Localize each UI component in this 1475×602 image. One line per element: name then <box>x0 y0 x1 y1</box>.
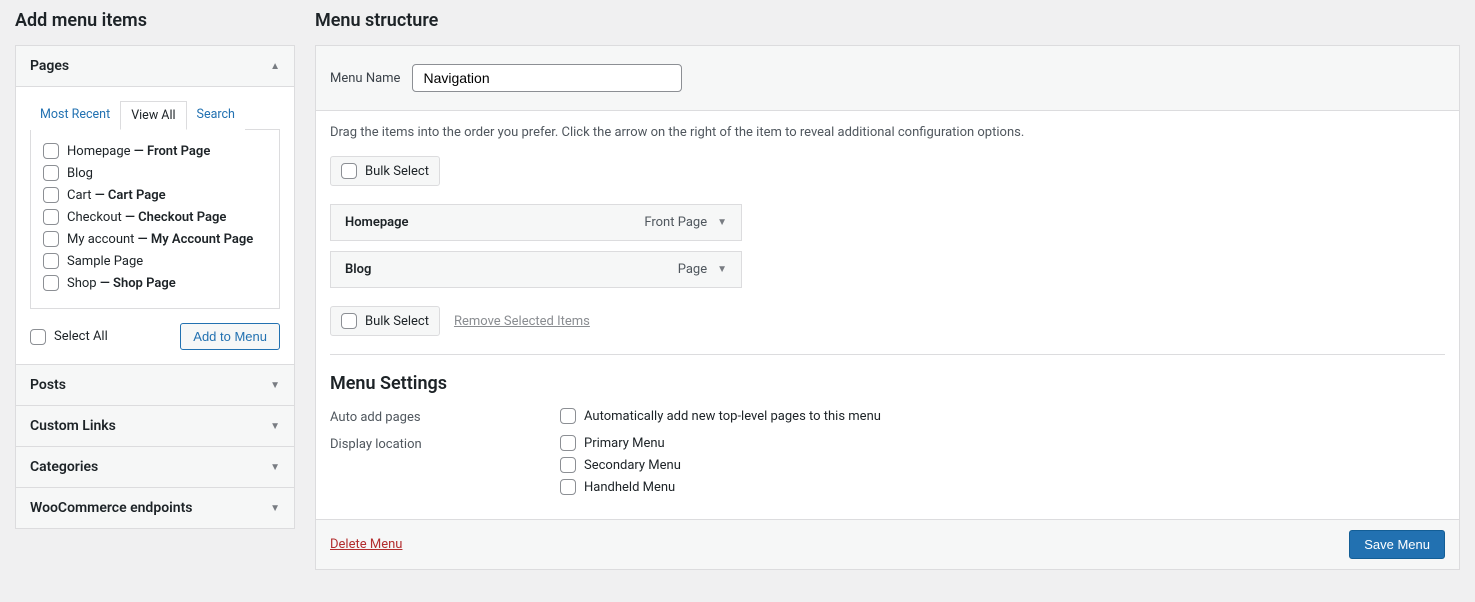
select-all-label: Select All <box>54 329 108 344</box>
select-all-checkbox[interactable] <box>30 329 46 345</box>
page-checkbox[interactable] <box>43 209 59 225</box>
bulk-select-label: Bulk Select <box>365 164 429 179</box>
menu-item-title: Homepage <box>345 215 409 230</box>
remove-selected-link[interactable]: Remove Selected Items <box>454 314 590 329</box>
location-option[interactable]: Secondary Menu <box>560 457 681 473</box>
page-checkbox[interactable] <box>43 231 59 247</box>
bulk-select-checkbox[interactable] <box>341 313 357 329</box>
location-checkbox[interactable] <box>560 457 576 473</box>
location-text: Handheld Menu <box>584 480 675 495</box>
location-option[interactable]: Primary Menu <box>560 435 681 451</box>
accordion-pages-title: Pages <box>30 58 69 74</box>
accordion-categories-header[interactable]: Categories ▼ <box>16 447 294 487</box>
pages-tabs: Most Recent View All Search <box>30 101 280 130</box>
menu-item-type: Front Page <box>644 215 707 230</box>
add-items-accordion: Pages ▲ Most Recent View All Search Home… <box>15 45 295 529</box>
auto-add-text: Automatically add new top-level pages to… <box>584 409 881 424</box>
auto-add-option[interactable]: Automatically add new top-level pages to… <box>560 408 881 424</box>
page-suffix: — Shop Page <box>97 276 176 291</box>
page-name: Cart <box>67 188 92 203</box>
pages-list: Homepage — Front Page Blog Cart — Cart P… <box>43 140 267 294</box>
list-item: Checkout — Checkout Page <box>43 206 267 228</box>
add-to-menu-button[interactable]: Add to Menu <box>180 323 280 350</box>
page-suffix: — Checkout Page <box>122 210 227 225</box>
save-menu-button[interactable]: Save Menu <box>1349 530 1445 559</box>
list-item: Shop — Shop Page <box>43 272 267 294</box>
auto-add-checkbox[interactable] <box>560 408 576 424</box>
accordion-woocommerce-title: WooCommerce endpoints <box>30 500 192 516</box>
tab-most-recent[interactable]: Most Recent <box>30 101 120 130</box>
list-item: Cart — Cart Page <box>43 184 267 206</box>
page-suffix: — Cart Page <box>92 188 166 203</box>
list-item: Sample Page <box>43 250 267 272</box>
list-item: My account — My Account Page <box>43 228 267 250</box>
caret-down-icon[interactable]: ▼ <box>717 264 727 275</box>
page-checkbox[interactable] <box>43 165 59 181</box>
caret-up-icon: ▲ <box>270 61 280 72</box>
accordion-categories-title: Categories <box>30 459 98 475</box>
bulk-select-top[interactable]: Bulk Select <box>330 156 440 186</box>
list-item: Homepage — Front Page <box>43 140 267 162</box>
menu-items-list: Homepage Front Page ▼ Blog Page ▼ <box>330 204 1445 288</box>
menu-settings-heading: Menu Settings <box>330 373 1445 394</box>
page-suffix: — My Account Page <box>134 232 253 247</box>
caret-down-icon: ▼ <box>270 462 280 473</box>
page-name: Homepage <box>67 144 131 159</box>
page-name: Blog <box>67 166 93 181</box>
page-checkbox[interactable] <box>43 275 59 291</box>
list-item: Blog <box>43 162 267 184</box>
bulk-select-checkbox[interactable] <box>341 163 357 179</box>
page-checkbox[interactable] <box>43 187 59 203</box>
location-checkbox[interactable] <box>560 435 576 451</box>
location-checkbox[interactable] <box>560 479 576 495</box>
caret-down-icon: ▼ <box>270 380 280 391</box>
caret-down-icon[interactable]: ▼ <box>717 217 727 228</box>
menu-name-label: Menu Name <box>330 71 400 86</box>
separator <box>330 354 1445 355</box>
accordion-posts-title: Posts <box>30 377 66 393</box>
location-option[interactable]: Handheld Menu <box>560 479 681 495</box>
accordion-custom-links-title: Custom Links <box>30 418 116 434</box>
page-suffix: — Front Page <box>131 144 211 159</box>
page-checkbox[interactable] <box>43 253 59 269</box>
location-text: Secondary Menu <box>584 458 681 473</box>
caret-down-icon: ▼ <box>270 503 280 514</box>
menu-item[interactable]: Blog Page ▼ <box>330 251 742 288</box>
menu-item[interactable]: Homepage Front Page ▼ <box>330 204 742 241</box>
accordion-woocommerce-header[interactable]: WooCommerce endpoints ▼ <box>16 488 294 528</box>
accordion-pages-header[interactable]: Pages ▲ <box>16 46 294 86</box>
auto-add-label: Auto add pages <box>330 408 520 425</box>
page-name: Shop <box>67 276 97 291</box>
location-text: Primary Menu <box>584 436 665 451</box>
display-location-label: Display location <box>330 435 520 495</box>
tab-view-all[interactable]: View All <box>120 101 186 130</box>
delete-menu-link[interactable]: Delete Menu <box>330 537 402 552</box>
menu-name-input[interactable] <box>412 64 682 92</box>
bulk-select-bottom[interactable]: Bulk Select <box>330 306 440 336</box>
page-name: My account <box>67 232 134 247</box>
accordion-posts-header[interactable]: Posts ▼ <box>16 365 294 405</box>
page-checkbox[interactable] <box>43 143 59 159</box>
page-name: Checkout <box>67 210 122 225</box>
bulk-select-label: Bulk Select <box>365 314 429 329</box>
tab-search[interactable]: Search <box>187 101 245 130</box>
instructions-text: Drag the items into the order you prefer… <box>330 125 1445 140</box>
menu-structure-heading: Menu structure <box>315 10 1460 31</box>
caret-down-icon: ▼ <box>270 421 280 432</box>
menu-item-title: Blog <box>345 262 371 277</box>
accordion-custom-links-header[interactable]: Custom Links ▼ <box>16 406 294 446</box>
add-menu-items-heading: Add menu items <box>15 10 295 31</box>
menu-panel: Menu Name Drag the items into the order … <box>315 45 1460 570</box>
page-name: Sample Page <box>67 254 143 269</box>
menu-item-type: Page <box>678 262 707 277</box>
